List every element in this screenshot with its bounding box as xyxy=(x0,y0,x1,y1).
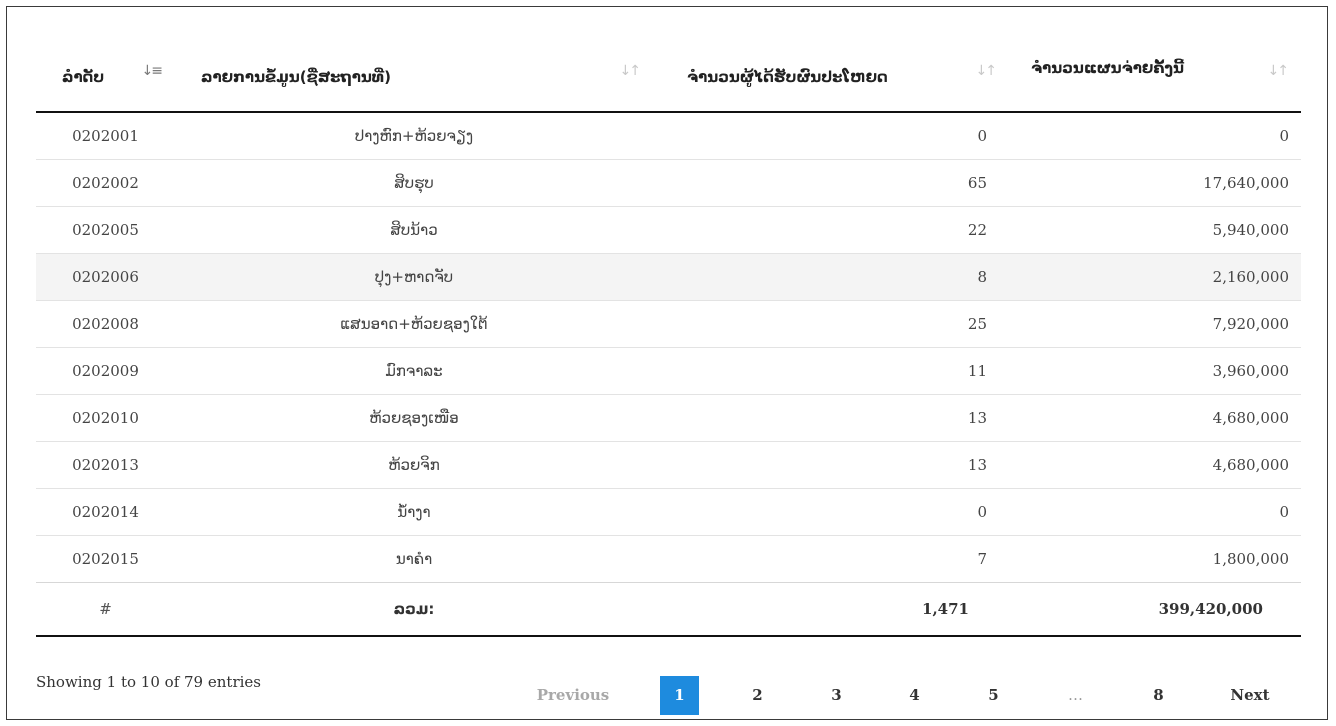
table-row: 0202002 ສິບຮຸບ 65 17,640,000 xyxy=(36,159,1301,207)
column-header-planned[interactable]: ຈຳນວນແຜນຈ່າຍຄັ້ງນີ້ ↓↑ xyxy=(1009,43,1301,113)
info-of-word: of xyxy=(159,673,185,691)
sort-amount-down-icon: ↓≡ xyxy=(141,63,164,79)
row-beneficiaries: 11 xyxy=(653,347,1009,395)
column-header-beneficiaries[interactable]: ຈຳນວນຜູ້ໄດ້ຮັບຜົນປະໂຫຍດ ↓↑ xyxy=(653,43,1009,113)
table-row: 0202008 ແສນອາດ+ຫ້ວຍຊອງໃຕ້ 25 7,920,000 xyxy=(36,300,1301,348)
footer-total-label: ລວມ: xyxy=(175,582,653,637)
row-id: 0202009 xyxy=(36,347,175,395)
row-id: 0202010 xyxy=(36,394,175,442)
table-row-hovered: 0202006 ປຸງ+ຫາດຈັບ 8 2,160,000 xyxy=(36,253,1301,301)
row-name: ສິບນ້າວ xyxy=(175,206,653,254)
row-id: 0202014 xyxy=(36,488,175,536)
column-header-label: ລາຍການຂໍ້ມູນ(ຊື່ສະຖານທີ່) xyxy=(201,68,391,86)
row-planned: 7,920,000 xyxy=(1009,300,1301,348)
row-name: ປາງຫົກ+ຫ້ວຍຈຽງ xyxy=(354,127,474,145)
row-id: 0202001 xyxy=(72,127,139,145)
row-name: ສິບຮຸບ xyxy=(175,159,653,207)
row-beneficiaries: 8 xyxy=(653,253,1009,301)
info-to-word: to xyxy=(116,673,141,691)
row-planned: 0 xyxy=(1009,488,1301,536)
table-row: 0202014 ນ້ຳງາ 0 0 xyxy=(36,488,1301,536)
row-beneficiaries: 22 xyxy=(653,206,1009,254)
pagination-previous-button[interactable]: Previous xyxy=(533,676,613,715)
row-planned: 5,940,000 xyxy=(1009,206,1301,254)
column-header-label: ລຳດັບ xyxy=(62,68,105,86)
row-name: ຫ້ວຍຊອງເໜືອ xyxy=(175,394,653,442)
column-header-name[interactable]: ລາຍການຂໍ້ມູນ(ຊື່ສະຖານທີ່) ↓↑ xyxy=(175,43,653,113)
row-name: ຫ້ວຍຈິກ xyxy=(175,441,653,489)
pagination-next-button[interactable]: Next xyxy=(1222,676,1278,715)
column-header-label: ຈຳນວນຜູ້ໄດ້ຮັບຜົນປະໂຫຍດ xyxy=(687,68,888,86)
row-id: 0202002 xyxy=(36,159,175,207)
pagination-page-2[interactable]: 2 xyxy=(738,676,777,715)
footer-total-planned: 399,420,000 xyxy=(1009,582,1301,637)
row-id: 0202006 xyxy=(36,253,175,301)
row-planned: 4,680,000 xyxy=(1009,441,1301,489)
table-row: 0202015 ນາຄຳ 7 1,800,000 xyxy=(36,535,1301,583)
row-planned: 3,960,000 xyxy=(1009,347,1301,395)
table-row: 0202013 ຫ້ວຍຈິກ 13 4,680,000 xyxy=(36,441,1301,489)
row-beneficiaries: 13 xyxy=(653,394,1009,442)
info-total: 79 xyxy=(184,673,204,691)
row-name: ປຸງ+ຫາດຈັບ xyxy=(175,253,653,301)
row-planned: 2,160,000 xyxy=(1009,253,1301,301)
pagination-page-3[interactable]: 3 xyxy=(817,676,856,715)
row-beneficiaries: 13 xyxy=(653,441,1009,489)
row-id: 0202008 xyxy=(36,300,175,348)
pagination-ellipsis: … xyxy=(1068,686,1083,704)
row-name: ແສນອາດ+ຫ້ວຍຊອງໃຕ້ xyxy=(175,300,653,348)
row-planned: 0 xyxy=(1279,127,1289,145)
table-row: 0202001 ປາງຫົກ+ຫ້ວຍຈຽງ 0 0 xyxy=(36,112,1301,160)
table-info: Showing 1 to 10 of 79 entries xyxy=(36,673,261,691)
row-id: 0202005 xyxy=(36,206,175,254)
table-row: 0202009 ມົກຈາລະ 11 3,960,000 xyxy=(36,347,1301,395)
table-footer-row: # ລວມ: 1,471 399,420,000 xyxy=(36,582,1301,637)
row-beneficiaries: 7 xyxy=(653,535,1009,583)
table-header-row: ລຳດັບ ↓≡ ລາຍການຂໍ້ມູນ(ຊື່ສະຖານທີ່) ↓↑ ຈຳ… xyxy=(36,43,1301,113)
table-row: 0202005 ສິບນ້າວ 22 5,940,000 xyxy=(36,206,1301,254)
row-planned: 4,680,000 xyxy=(1009,394,1301,442)
row-beneficiaries: 0 xyxy=(977,127,987,145)
row-beneficiaries: 25 xyxy=(653,300,1009,348)
info-prefix: Showing xyxy=(36,673,107,691)
row-id: 0202013 xyxy=(36,441,175,489)
info-to: 10 xyxy=(140,673,160,691)
row-beneficiaries: 0 xyxy=(653,488,1009,536)
sort-both-icon: ↓↑ xyxy=(619,63,642,79)
info-suffix: entries xyxy=(203,673,261,691)
column-header-order[interactable]: ລຳດັບ ↓≡ xyxy=(36,43,175,113)
row-planned: 1,800,000 xyxy=(1009,535,1301,583)
pagination-page-1[interactable]: 1 xyxy=(660,676,699,715)
info-from: 1 xyxy=(106,673,117,691)
pagination-page-last[interactable]: 8 xyxy=(1139,676,1178,715)
sort-both-icon: ↓↑ xyxy=(1267,63,1290,79)
data-table: ລຳດັບ ↓≡ ລາຍການຂໍ້ມູນ(ຊື່ສະຖານທີ່) ↓↑ ຈຳ… xyxy=(36,43,1301,637)
footer-hash: # xyxy=(36,582,175,637)
pagination-page-4[interactable]: 4 xyxy=(895,676,934,715)
pagination-page-5[interactable]: 5 xyxy=(974,676,1013,715)
sort-both-icon: ↓↑ xyxy=(975,63,998,79)
row-name: ມົກຈາລະ xyxy=(175,347,653,395)
row-beneficiaries: 65 xyxy=(653,159,1009,207)
row-name: ນ້ຳງາ xyxy=(175,488,653,536)
row-name: ນາຄຳ xyxy=(175,535,653,583)
column-header-label: ຈຳນວນແຜນຈ່າຍຄັ້ງນີ້ xyxy=(1031,59,1184,77)
row-planned: 17,640,000 xyxy=(1009,159,1301,207)
footer-total-beneficiaries: 1,471 xyxy=(653,582,1009,637)
table-row: 0202010 ຫ້ວຍຊອງເໜືອ 13 4,680,000 xyxy=(36,394,1301,442)
row-id: 0202015 xyxy=(36,535,175,583)
